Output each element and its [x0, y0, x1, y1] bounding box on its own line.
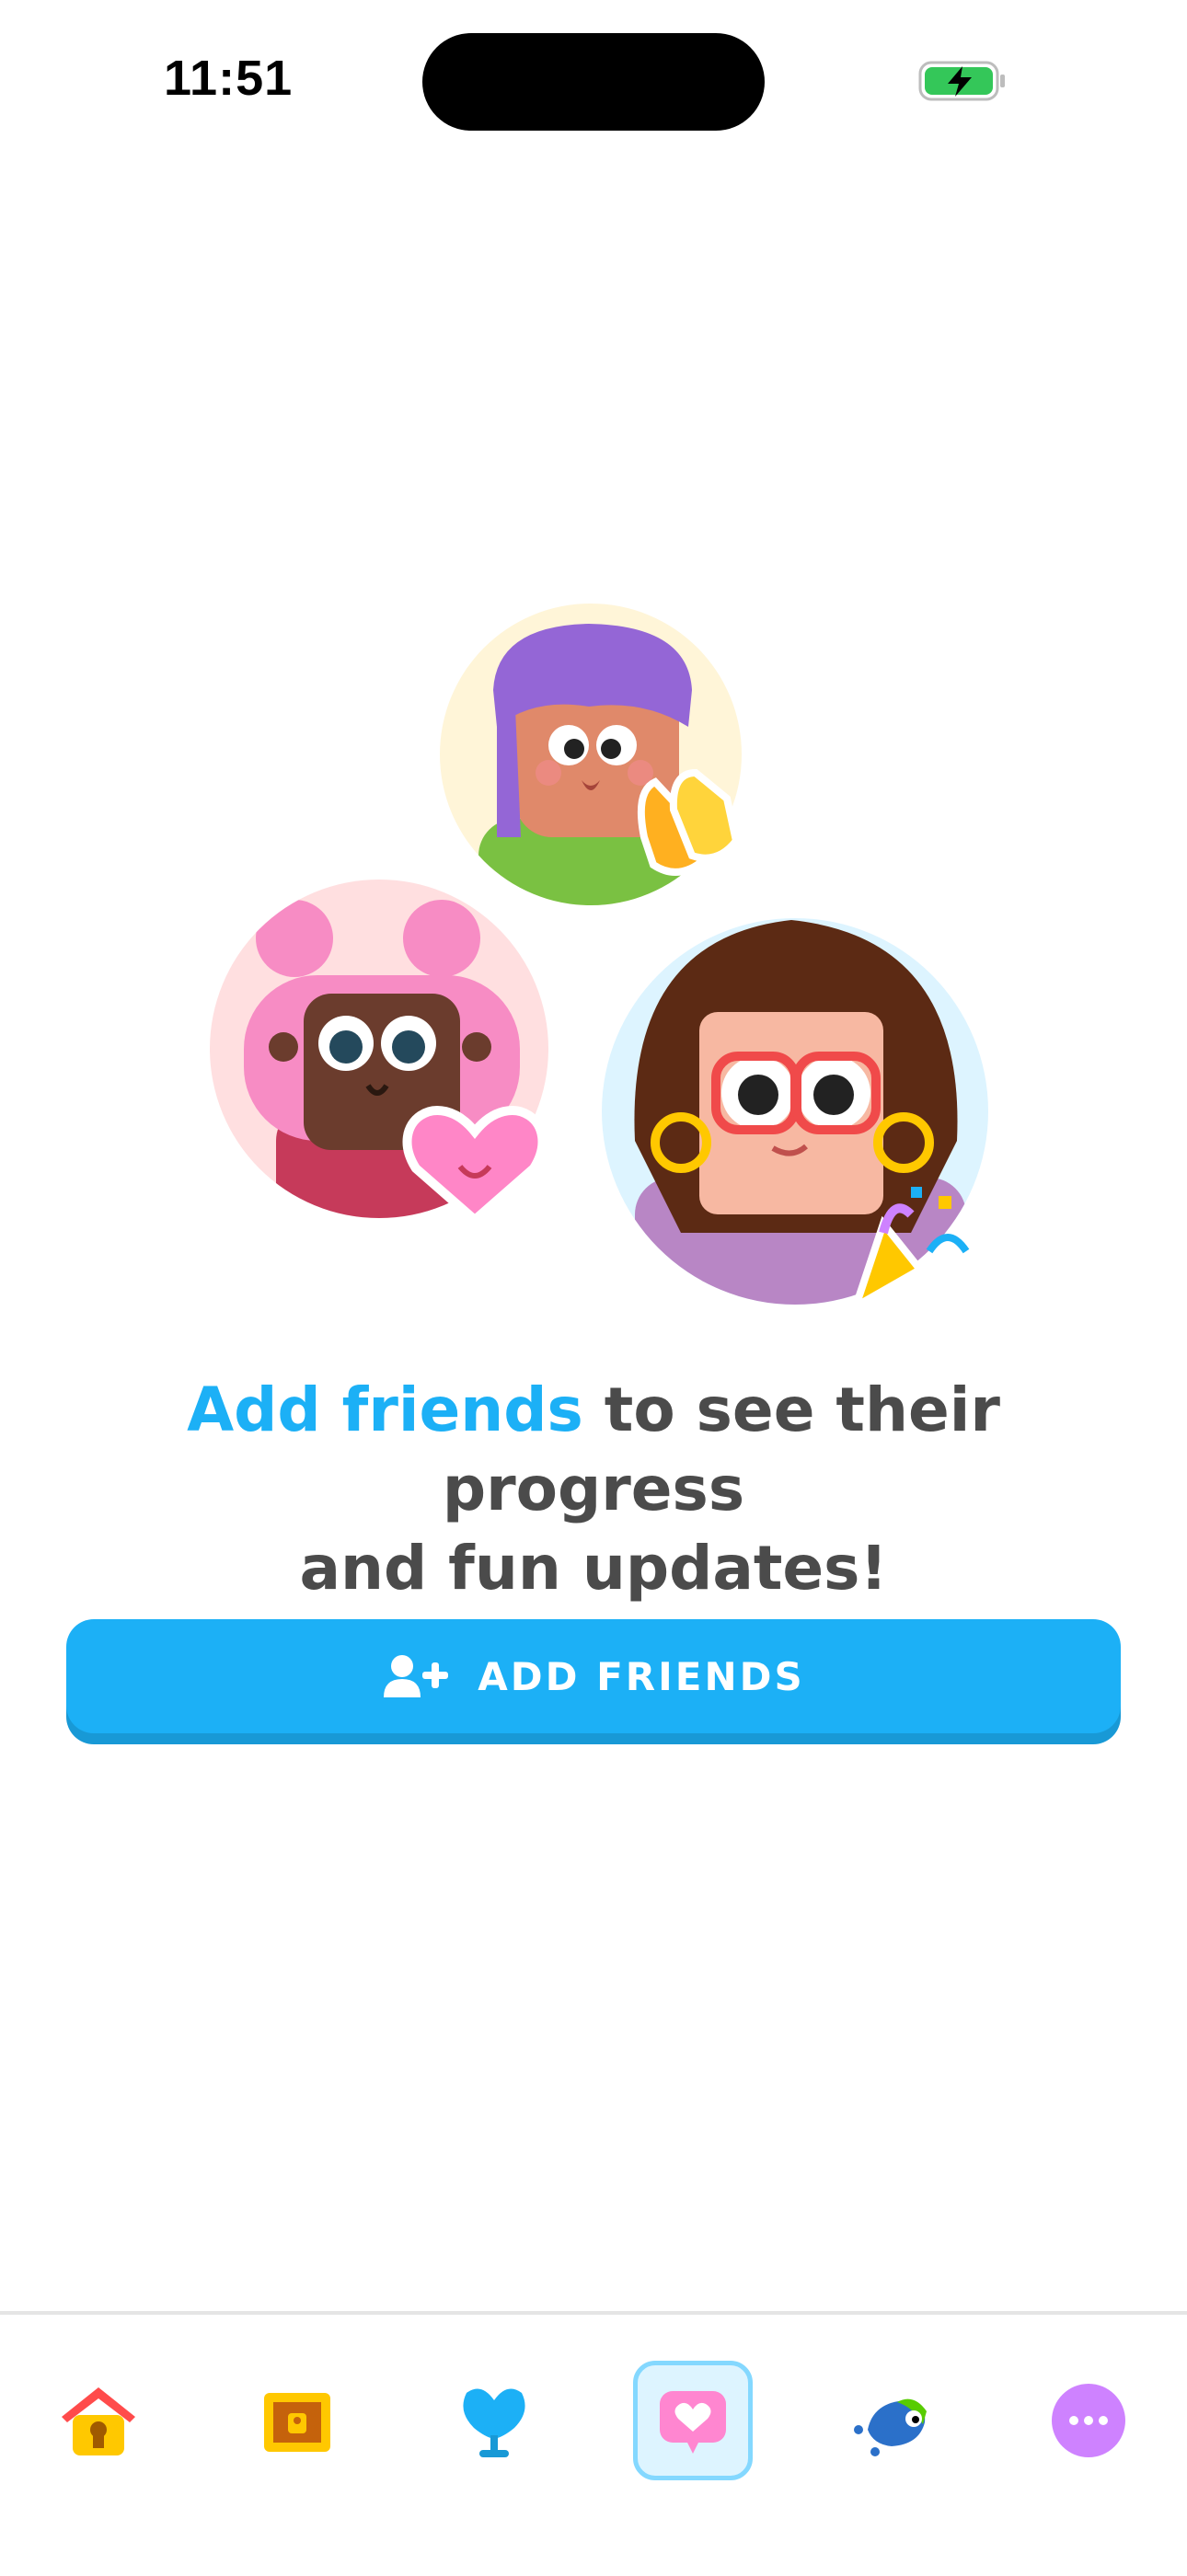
status-bar: 11:51 [0, 0, 1187, 156]
nav-league[interactable] [434, 2361, 554, 2480]
avatar-pink-hair [210, 880, 548, 1226]
dynamic-island [422, 33, 765, 131]
headline-line2: and fun updates! [299, 1533, 888, 1604]
chest-icon [264, 2393, 330, 2452]
nav-home[interactable] [39, 2361, 158, 2480]
nav-more[interactable] [1029, 2361, 1148, 2480]
nav-chest[interactable] [237, 2361, 357, 2480]
nav-bird[interactable] [832, 2361, 951, 2480]
headline-accent: Add friends [187, 1374, 583, 1445]
add-friends-label: ADD FRIENDS [478, 1653, 805, 1699]
headline: Add friends to see their progress and fu… [55, 1371, 1132, 1608]
avatar-glasses [602, 918, 988, 1315]
battery-charging-icon [918, 61, 1005, 101]
friends-illustration [210, 604, 988, 1315]
bird-icon [854, 2398, 927, 2456]
friends-heart-icon [660, 2391, 726, 2454]
bottom-nav [0, 2311, 1187, 2576]
add-friends-button[interactable]: ADD FRIENDS [66, 1619, 1121, 1733]
nav-friends[interactable] [633, 2361, 753, 2480]
more-icon [1052, 2384, 1125, 2457]
home-icon [62, 2387, 135, 2455]
add-user-icon [384, 1655, 449, 1697]
avatar-turban [440, 604, 742, 905]
league-icon [463, 2388, 525, 2457]
status-time: 11:51 [164, 51, 294, 106]
